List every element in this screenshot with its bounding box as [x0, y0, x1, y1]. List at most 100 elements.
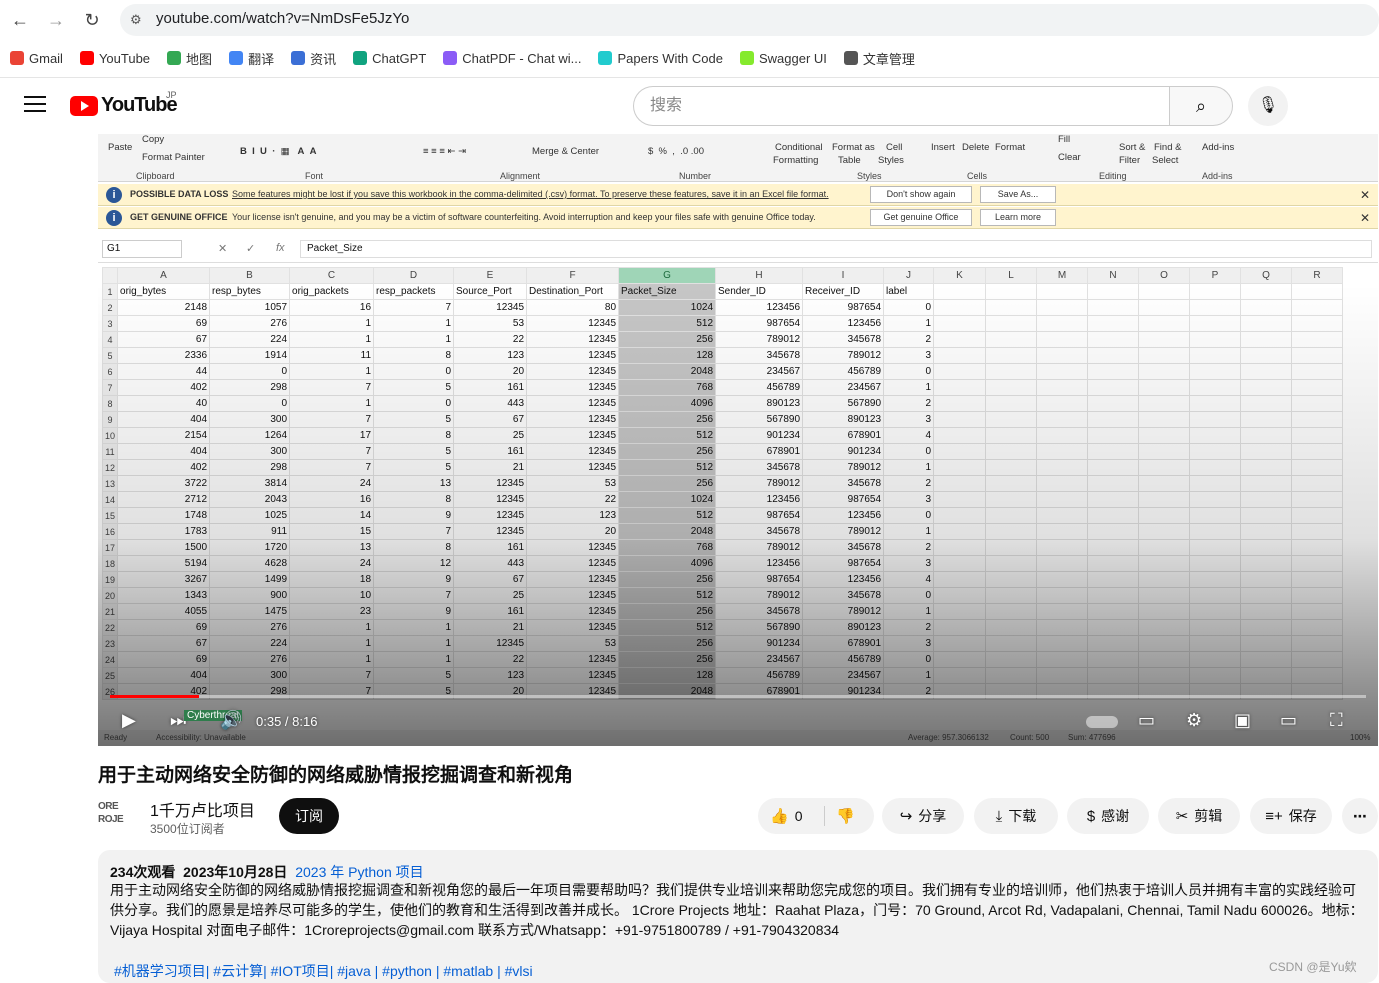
cell[interactable] — [985, 635, 1038, 652]
cell[interactable]: 12345 — [526, 331, 620, 348]
learn-more-button[interactable]: Learn more — [980, 209, 1056, 226]
cell[interactable]: 18 — [289, 571, 375, 588]
cell[interactable] — [933, 523, 987, 540]
cell[interactable] — [1138, 555, 1191, 572]
cell[interactable] — [1036, 507, 1089, 524]
cell[interactable]: 8 — [373, 347, 455, 364]
cell[interactable]: 256 — [618, 651, 717, 668]
cell[interactable]: 12345 — [526, 443, 620, 460]
cell[interactable] — [1087, 411, 1140, 428]
cell[interactable] — [1291, 459, 1344, 476]
cell[interactable]: 4 — [883, 571, 935, 588]
cell[interactable]: 3267 — [117, 571, 211, 588]
cell[interactable] — [985, 379, 1038, 396]
cell[interactable]: 2043 — [209, 491, 291, 508]
cell[interactable] — [1291, 427, 1344, 444]
download-button[interactable]: ⤓ 下载 — [974, 798, 1058, 834]
cell[interactable]: 4096 — [618, 395, 717, 412]
column-header[interactable]: B — [209, 267, 291, 284]
row-number[interactable]: 22 — [101, 619, 119, 636]
cell[interactable]: 22 — [526, 491, 620, 508]
cell[interactable]: 789012 — [802, 523, 885, 540]
cell[interactable]: 0 — [373, 395, 455, 412]
cell[interactable]: 80 — [526, 299, 620, 316]
column-header[interactable]: Q — [1240, 267, 1293, 284]
cell[interactable] — [1036, 555, 1089, 572]
cell[interactable]: 1475 — [209, 603, 291, 620]
cell[interactable]: 298 — [209, 459, 291, 476]
cell[interactable] — [933, 635, 987, 652]
cell[interactable]: 24 — [289, 555, 375, 572]
fullscreen-icon[interactable]: ⛶ — [1330, 710, 1343, 731]
cell[interactable] — [1189, 379, 1242, 396]
cell[interactable] — [1189, 459, 1242, 476]
cell[interactable] — [985, 363, 1038, 380]
cell[interactable]: 40 — [117, 395, 211, 412]
cell[interactable] — [1138, 363, 1191, 380]
cell[interactable] — [985, 619, 1038, 636]
subscribe-button[interactable]: 订阅 — [279, 798, 339, 834]
cell[interactable]: 1 — [289, 651, 375, 668]
cell[interactable]: 3 — [883, 635, 935, 652]
cell[interactable] — [985, 411, 1038, 428]
cell[interactable] — [985, 603, 1038, 620]
cell[interactable]: 25 — [453, 427, 528, 444]
cell[interactable]: 1500 — [117, 539, 211, 556]
cell[interactable]: 123 — [453, 667, 528, 684]
cell[interactable]: Receiver_ID — [802, 283, 885, 300]
row-number[interactable]: 15 — [101, 507, 119, 524]
cell[interactable]: 234567 — [802, 667, 885, 684]
cell[interactable] — [1087, 347, 1140, 364]
cell[interactable]: 8 — [373, 539, 455, 556]
cell[interactable] — [1240, 395, 1293, 412]
cell[interactable]: 12345 — [453, 475, 528, 492]
cell[interactable] — [1138, 619, 1191, 636]
cell[interactable]: 12345 — [526, 587, 620, 604]
cell[interactable]: 2712 — [117, 491, 211, 508]
cell[interactable]: 402 — [117, 459, 211, 476]
cell[interactable] — [1189, 411, 1242, 428]
cell[interactable]: 901234 — [715, 635, 804, 652]
row-number[interactable]: 19 — [101, 571, 119, 588]
thanks-button[interactable]: $ 感谢 — [1067, 798, 1149, 834]
site-settings-icon[interactable]: ⚙ — [130, 12, 142, 28]
cell[interactable]: 456789 — [802, 363, 885, 380]
cell[interactable]: 7 — [289, 443, 375, 460]
cell[interactable]: 567890 — [802, 395, 885, 412]
cell[interactable]: 678901 — [715, 443, 804, 460]
cell[interactable] — [1036, 315, 1089, 332]
cell[interactable] — [1036, 491, 1089, 508]
cell[interactable]: 69 — [117, 651, 211, 668]
cell[interactable] — [1189, 475, 1242, 492]
cell[interactable]: 4055 — [117, 603, 211, 620]
cell[interactable]: 9 — [373, 507, 455, 524]
column-header[interactable]: E — [453, 267, 528, 284]
cell[interactable] — [1036, 571, 1089, 588]
column-header[interactable]: M — [1036, 267, 1089, 284]
cell[interactable]: orig_packets — [289, 283, 375, 300]
cell[interactable]: 1 — [883, 667, 935, 684]
cell[interactable] — [1189, 635, 1242, 652]
cell[interactable] — [1291, 635, 1344, 652]
theater-mode-icon[interactable]: ▭ — [1280, 710, 1297, 731]
cell[interactable] — [1087, 635, 1140, 652]
cell[interactable]: 0 — [883, 299, 935, 316]
cell[interactable] — [1291, 443, 1344, 460]
bookmark-item[interactable]: YouTube — [79, 51, 150, 66]
cell[interactable]: 12345 — [453, 523, 528, 540]
cell[interactable]: 300 — [209, 667, 291, 684]
like-button[interactable]: 👍 0 — [770, 798, 802, 835]
row-number[interactable]: 23 — [101, 635, 119, 652]
cell[interactable]: 256 — [618, 603, 717, 620]
save-button[interactable]: ≡+ 保存 — [1250, 798, 1332, 834]
cell[interactable]: 8 — [373, 491, 455, 508]
cell[interactable]: 161 — [453, 379, 528, 396]
cell[interactable]: 12345 — [526, 363, 620, 380]
row-number[interactable]: 13 — [101, 475, 119, 492]
cell[interactable]: 12345 — [526, 347, 620, 364]
menu-icon[interactable] — [24, 96, 46, 114]
cell[interactable] — [1138, 475, 1191, 492]
cell[interactable]: 256 — [618, 443, 717, 460]
cell[interactable]: 224 — [209, 331, 291, 348]
cell[interactable] — [1189, 347, 1242, 364]
